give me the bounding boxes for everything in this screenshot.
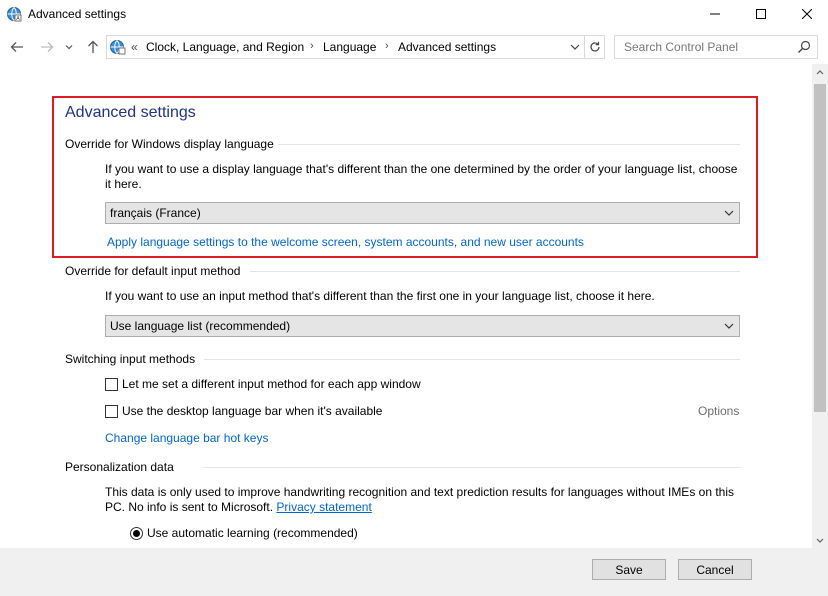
personalization-heading: Personalization data bbox=[65, 460, 174, 474]
input-method-value: Use language list (recommended) bbox=[110, 319, 291, 333]
personalization-text: This data is only used to improve handwr… bbox=[105, 485, 735, 514]
language-bar-label[interactable]: Use the desktop language bar when it's a… bbox=[122, 404, 382, 418]
vertical-scrollbar[interactable] bbox=[812, 64, 828, 548]
address-dropdown-button[interactable] bbox=[566, 36, 584, 58]
back-button[interactable] bbox=[6, 37, 28, 57]
close-button[interactable] bbox=[784, 0, 828, 28]
apply-language-settings-link[interactable]: Apply language settings to the welcome s… bbox=[107, 235, 584, 249]
input-method-select[interactable]: Use language list (recommended) bbox=[105, 315, 740, 337]
breadcrumb-separator[interactable]: › bbox=[385, 40, 389, 52]
chevron-down-icon bbox=[723, 320, 735, 332]
forward-button[interactable] bbox=[36, 37, 58, 57]
section-divider bbox=[278, 144, 740, 145]
search-input[interactable]: Search Control Panel bbox=[614, 35, 818, 59]
input-method-description: If you want to use an input method that'… bbox=[105, 289, 655, 303]
radio-selected-dot bbox=[133, 529, 140, 537]
display-language-description: If you want to use a display language th… bbox=[105, 162, 738, 191]
scroll-up-button[interactable] bbox=[812, 64, 828, 80]
search-placeholder: Search Control Panel bbox=[624, 40, 739, 54]
automatic-learning-label[interactable]: Use automatic learning (recommended) bbox=[147, 526, 358, 540]
display-language-value: français (France) bbox=[110, 206, 201, 220]
automatic-learning-radio[interactable] bbox=[130, 526, 143, 540]
switching-heading: Switching input methods bbox=[65, 352, 196, 366]
breadcrumb-advanced-settings[interactable]: Advanced settings bbox=[398, 40, 496, 54]
arrow-left-icon bbox=[10, 42, 23, 52]
language-bar-options-link[interactable]: Options bbox=[698, 404, 739, 418]
arrow-up-icon bbox=[88, 40, 98, 53]
control-panel-globe-icon: A bbox=[6, 6, 22, 22]
language-bar-checkbox-row[interactable]: Use the desktop language bar when it's a… bbox=[105, 403, 382, 419]
main-content: Advanced settings Override for Windows d… bbox=[0, 64, 812, 548]
maximize-button[interactable] bbox=[738, 0, 784, 28]
refresh-button[interactable] bbox=[584, 36, 604, 58]
scrollbar-thumb[interactable] bbox=[814, 84, 826, 412]
navigation-bar: « Clock, Language, and Region › Language… bbox=[0, 32, 828, 62]
title-bar: A Advanced settings bbox=[0, 0, 828, 28]
window-title: Advanced settings bbox=[28, 7, 127, 21]
arrow-right-icon bbox=[41, 42, 54, 52]
input-method-heading: Override for default input method bbox=[65, 264, 241, 278]
breadcrumb-clock-language-region[interactable]: Clock, Language, and Region bbox=[146, 40, 304, 54]
save-button[interactable]: Save bbox=[592, 559, 666, 580]
change-hot-keys-link[interactable]: Change language bar hot keys bbox=[105, 431, 268, 445]
control-panel-globe-icon bbox=[109, 39, 127, 55]
chevron-up-icon bbox=[816, 69, 824, 74]
refresh-icon bbox=[589, 41, 600, 52]
section-divider bbox=[204, 467, 740, 468]
address-bar[interactable]: « Clock, Language, and Region › Language… bbox=[106, 35, 605, 59]
breadcrumb-language[interactable]: Language bbox=[323, 40, 376, 54]
breadcrumb-separator[interactable]: › bbox=[310, 40, 314, 52]
svg-text:A: A bbox=[16, 16, 20, 22]
display-language-heading: Override for Windows display language bbox=[65, 137, 274, 151]
per-app-input-checkbox[interactable] bbox=[105, 377, 118, 391]
recent-locations-button[interactable] bbox=[62, 37, 76, 57]
privacy-statement-link[interactable]: Privacy statement bbox=[276, 500, 371, 514]
page-title: Advanced settings bbox=[65, 104, 196, 121]
chevron-down-icon bbox=[723, 207, 735, 219]
chevron-down-icon bbox=[816, 538, 824, 543]
display-language-select[interactable]: français (France) bbox=[105, 202, 740, 224]
cancel-button[interactable]: Cancel bbox=[678, 559, 752, 580]
automatic-learning-radio-row[interactable]: Use automatic learning (recommended) bbox=[130, 525, 358, 541]
overflow-chevron[interactable]: « bbox=[131, 40, 138, 54]
per-app-input-label[interactable]: Let me set a different input method for … bbox=[122, 377, 421, 391]
per-app-input-checkbox-row[interactable]: Let me set a different input method for … bbox=[105, 376, 421, 392]
section-divider bbox=[204, 359, 740, 360]
language-bar-checkbox[interactable] bbox=[105, 404, 118, 418]
search-icon[interactable] bbox=[797, 40, 811, 54]
chevron-down-icon bbox=[65, 45, 73, 50]
scroll-down-button[interactable] bbox=[812, 532, 828, 548]
minimize-button[interactable] bbox=[692, 0, 738, 28]
up-button[interactable] bbox=[82, 37, 104, 57]
dialog-footer: Save Cancel bbox=[0, 548, 828, 596]
chevron-down-icon bbox=[570, 44, 580, 50]
section-divider bbox=[250, 271, 740, 272]
personalization-description: This data is only used to improve handwr… bbox=[105, 485, 750, 515]
